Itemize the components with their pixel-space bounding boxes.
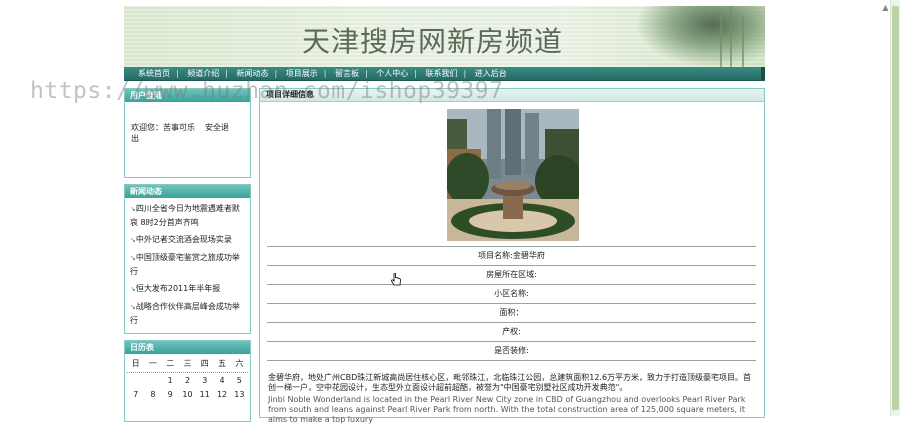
nav-item-admin[interactable]: 进入后台 — [475, 69, 507, 78]
news-item[interactable]: ↘战略合作伙伴高层峰会成功举行 — [130, 300, 247, 327]
nav-item-news[interactable]: 新闻动态 — [237, 69, 269, 78]
news-panel: 新闻动态 ↘四川全省今日为地震遇难者默哀 8时2分首声齐鸣 ↘中外记者交流酒会现… — [124, 184, 251, 334]
watermark-text: https://www.huzhan.com/ishop39397 — [30, 78, 504, 104]
welcome-text: 欢迎您：苦事可乐 — [131, 123, 195, 132]
site-title: 天津搜房网新房频道 — [302, 25, 564, 58]
info-row-area: 房屋所在区域: — [267, 266, 756, 285]
project-description: 金碧华府，地处广州CBD珠江新城高尚居住核心区，毗邻珠江，北临珠江公园，总建筑面… — [268, 373, 756, 425]
info-row-name: 项目名称:金碧华府 — [267, 246, 756, 266]
nav-item-projects[interactable]: 项目展示 — [286, 69, 318, 78]
project-info-table: 项目名称:金碧华府 房屋所在区域: 小区名称: 面积： 产权: 是否装修: — [267, 246, 756, 361]
news-item[interactable]: ↘中外记者交流酒会现场实录 — [130, 233, 247, 247]
page-container: 天津搜房网新房频道 系统首页 | 频道介绍 | 新闻动态 | 项目展示 | 留言板 | 个… — [124, 6, 765, 424]
vertical-scrollbar[interactable] — [890, 0, 900, 416]
news-panel-title: 新闻动态 — [125, 185, 250, 198]
nav-item-home[interactable]: 系统首页 — [138, 69, 170, 78]
info-row-ownership: 产权: — [267, 323, 756, 342]
news-item[interactable]: ↘中国顶级豪宅鉴赏之旅成功举行 — [130, 251, 247, 278]
sidebar: 用户登陆 欢迎您：苦事可乐 安全退出 新闻动态 ↘四川全省今日为地震遇难者默哀 8… — [124, 88, 251, 428]
calendar-weekdays: 日一二三四五六 — [131, 359, 244, 368]
info-row-community: 小区名称: — [267, 285, 756, 304]
scrollbar-thumb[interactable] — [892, 6, 899, 410]
calendar-week[interactable]: 12345 — [127, 374, 248, 388]
banner: 天津搜房网新房频道 — [124, 6, 765, 67]
nav-item-intro[interactable]: 频道介绍 — [187, 69, 219, 78]
description-chinese: 金碧华府，地处广州CBD珠江新城高尚居住核心区，毗邻珠江，北临珠江公园，总建筑面… — [268, 373, 752, 392]
nav-item-guestbook[interactable]: 留言板 — [335, 69, 359, 78]
calendar-week[interactable]: 7 8 9 10 11 12 13 — [127, 388, 248, 402]
description-english: Jinbi Noble Wonderland is located in the… — [268, 395, 746, 424]
scroll-to-top-icon[interactable]: ▲ — [881, 3, 890, 12]
info-row-decoration: 是否装修: — [267, 342, 756, 361]
nav-item-contact[interactable]: 联系我们 — [426, 69, 458, 78]
project-detail-panel: 项目详细信息 项目名称:金碧华府 房屋所在区域: 小区名称: 面积： 产权: 是… — [259, 88, 765, 424]
banner-decoration — [635, 6, 765, 67]
news-item[interactable]: ↘恒大发布2011年半年报 — [130, 282, 247, 296]
nav-item-profile[interactable]: 个人中心 — [376, 69, 408, 78]
info-row-size: 面积： — [267, 304, 756, 323]
calendar-panel-title: 日历表 — [125, 341, 250, 354]
calendar-panel: 日历表 日一二三四五六 12345 7 8 9 10 11 12 13 — [124, 340, 251, 422]
news-item[interactable]: ↘四川全省今日为地震遇难者默哀 8时2分首声齐鸣 — [130, 202, 247, 229]
project-photo — [447, 109, 579, 241]
hand-cursor-icon — [390, 272, 402, 289]
